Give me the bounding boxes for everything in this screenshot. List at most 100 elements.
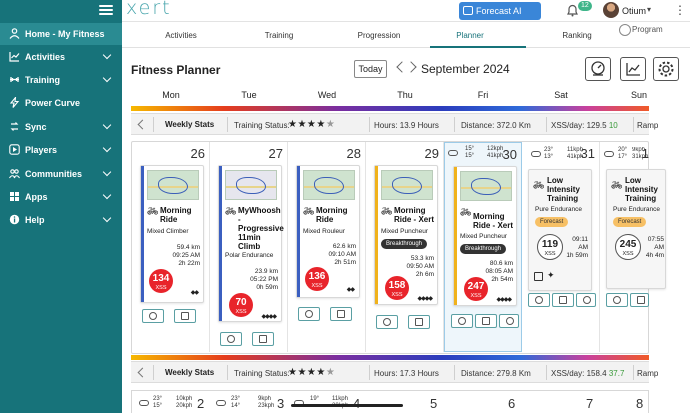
activity-title: MyWhoosh - Progressive 11min Climb [238, 206, 284, 251]
activity-card[interactable]: 🚲︎ Morning Ride Mixed Climber 59.4 km 09:… [140, 165, 204, 303]
calendar-day-26[interactable]: 26 🚲︎ Morning Ride Mixed Climber 59.4 km… [132, 142, 210, 352]
bike-icon: 🚲︎ [303, 206, 315, 216]
month-label: September 2024 [421, 62, 510, 76]
sidebar-item-activities[interactable]: Activities [0, 46, 122, 68]
activity-card[interactable]: 🚲︎ Morning Ride Mixed Rouleur 62.6 km 09:… [296, 165, 360, 298]
add-workout-button[interactable] [298, 307, 320, 321]
chevron-left-icon[interactable] [137, 367, 148, 378]
chevron-down-icon[interactable]: ▾ [647, 5, 651, 14]
notes-button[interactable] [174, 309, 196, 323]
add-workout-button[interactable] [606, 293, 628, 307]
more-options-icon[interactable]: ⋮ [674, 3, 686, 17]
notes-icon [482, 317, 490, 325]
forecast-ai-button[interactable]: Forecast AI Beta [459, 2, 541, 34]
plus-icon [383, 318, 391, 326]
add-workout-button[interactable] [451, 314, 473, 328]
history-button[interactable] [576, 293, 596, 307]
xss-badge: 136 XSS [305, 267, 329, 291]
hamburger-menu-icon[interactable] [99, 3, 113, 17]
notes-icon [259, 335, 267, 343]
sidebar-item-label: Training [25, 75, 61, 85]
calendar-day-31[interactable]: 23° 13° 11kph 41kph 31 🚲︎ Low Intensity Tr… [522, 142, 600, 352]
sidebar-item-training[interactable]: Training [0, 69, 122, 91]
divider [546, 117, 547, 132]
calendar-day-30[interactable]: 15° 15° 12kph 41kph 30 🚲︎ Morning Ride - X… [444, 142, 522, 352]
calendar-day-27[interactable]: 27 🚲︎ MyWhoosh - Progressive 11min Climb… [210, 142, 288, 352]
calendar-day-29[interactable]: 29 🚲︎ Morning Ride - Xert Mixed Puncheur… [366, 142, 444, 352]
planned-workout-card[interactable]: 🚲︎ Low Intensity Training Pure Endurance… [606, 169, 666, 289]
tab-progression[interactable]: Progression [339, 31, 419, 40]
activity-card[interactable]: 🚲︎ MyWhoosh - Progressive 11min Climb Po… [218, 165, 284, 322]
focus-color-bar [141, 166, 144, 302]
weekly-hours: Hours: 13.9 Hours [374, 121, 439, 130]
sparkle-icon[interactable]: ✦ [547, 270, 555, 281]
settings-button[interactable] [653, 57, 679, 81]
info-icon [9, 214, 20, 225]
today-button[interactable]: Today [354, 60, 387, 78]
active-tab-indicator [430, 46, 526, 48]
chevron-down-icon [102, 73, 112, 83]
weekly-distance: Distance: 372.0 Km [461, 121, 531, 130]
chevron-down-icon [102, 167, 112, 177]
xert-logo[interactable]: xert [126, 0, 172, 19]
add-workout-button[interactable] [528, 293, 550, 307]
history-button[interactable] [499, 314, 519, 328]
notes-button[interactable] [475, 314, 497, 328]
sidebar-item-apps[interactable]: Apps [0, 186, 122, 208]
bike-icon: 🚲︎ [225, 206, 237, 216]
forecast-tool-button[interactable] [585, 57, 611, 81]
calendar-day-28[interactable]: 28 🚲︎ Morning Ride Mixed Rouleur 62.6 km… [288, 142, 366, 352]
weather-wind: 10kph 20kph [176, 396, 193, 409]
tab-planner[interactable]: Planner [430, 31, 510, 40]
notes-button[interactable] [408, 315, 430, 329]
activity-card[interactable]: 🚲︎ Morning Ride - Xert Mixed Puncheur Br… [374, 165, 438, 305]
next-month-icon[interactable] [405, 61, 417, 73]
activity-title: Morning Ride - Xert [473, 212, 514, 230]
activity-card[interactable]: 🚲︎ Morning Ride - Xert Mixed Puncheur Br… [453, 166, 517, 306]
notes-button[interactable] [630, 293, 649, 307]
calendar-day-1[interactable]: 20° 17° 9kph 31kph 1 🚲︎ Low Intensity Trai… [600, 142, 666, 352]
notes-button[interactable] [552, 293, 574, 307]
horizontal-scrollbar[interactable] [291, 404, 403, 407]
divider [153, 117, 154, 132]
user-avatar[interactable] [603, 2, 619, 18]
weekly-ramp: Ramp [637, 121, 659, 130]
notes-button[interactable] [252, 332, 274, 346]
fitness-gradient-bar [131, 355, 649, 360]
chart-view-button[interactable] [620, 57, 646, 81]
sidebar-item-help[interactable]: Help [0, 209, 122, 231]
cloud-icon [531, 151, 541, 157]
sidebar-item-label: Players [25, 145, 58, 155]
notes-button[interactable] [330, 307, 352, 321]
day-number: 30 [502, 147, 517, 162]
cloud-icon [139, 400, 149, 406]
chevron-left-icon[interactable] [137, 119, 148, 130]
user-name[interactable]: Otium [622, 6, 646, 16]
xss-badge: 245 XSS [615, 234, 641, 260]
focus-color-bar [219, 166, 222, 321]
workout-title: Low Intensity Training [625, 176, 658, 203]
add-workout-button[interactable] [376, 315, 398, 329]
add-workout-button[interactable] [220, 332, 242, 346]
day-number: 7 [586, 396, 594, 411]
line-chart-icon [626, 63, 640, 76]
sidebar-item-sync[interactable]: Sync [0, 116, 122, 138]
notes-icon [559, 296, 567, 304]
sidebar-item-communities[interactable]: Communities [0, 163, 122, 185]
plus-icon [458, 317, 466, 325]
add-workout-button[interactable] [142, 309, 164, 323]
sidebar-item-power-curve[interactable]: Power Curve [0, 92, 122, 114]
day-header-fri: Fri [477, 90, 489, 100]
sidebar-item-home[interactable]: Home - My Fitness [0, 23, 122, 45]
day-number: 31 [580, 146, 595, 161]
notifications-button[interactable]: 12 [566, 1, 592, 18]
weather-temp: 19° [310, 396, 320, 402]
calendar-check-icon[interactable] [534, 272, 543, 281]
tab-program[interactable]: Program [632, 25, 663, 34]
chevron-down-icon [102, 120, 112, 130]
sidebar-item-players[interactable]: Players [0, 139, 122, 161]
tab-training[interactable]: Training [239, 31, 319, 40]
planned-workout-card[interactable]: 🚲︎ Low Intensity Training Pure Endurance… [528, 169, 592, 291]
tab-ranking[interactable]: Ranking [537, 31, 617, 40]
tab-activities[interactable]: Activities [141, 31, 221, 40]
